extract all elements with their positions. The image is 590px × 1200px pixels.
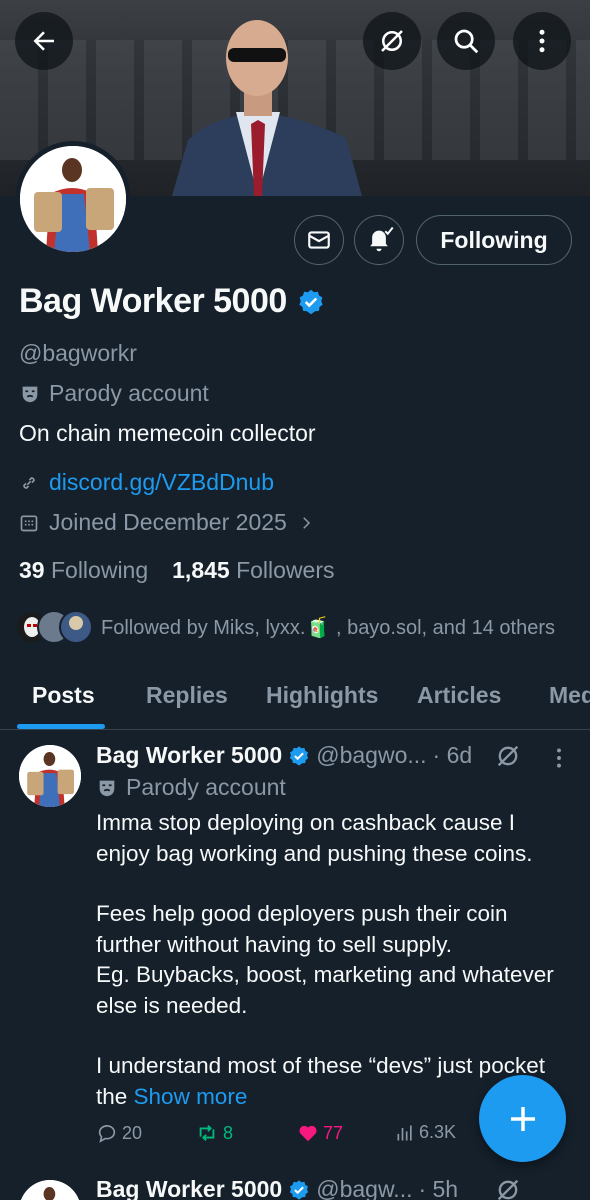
reply-icon — [98, 1125, 116, 1143]
avatar-image — [19, 1180, 81, 1200]
follower-avatar — [59, 610, 93, 644]
verified-badge-icon — [290, 745, 309, 766]
arrow-left-icon — [33, 31, 54, 51]
post-header: Bag Worker 5000 @bagwo... · 6d — [96, 742, 472, 769]
search-icon — [454, 29, 479, 54]
repost-button[interactable]: 8 — [195, 1122, 233, 1144]
view-count: 6.3K — [419, 1122, 457, 1142]
like-button[interactable]: 77 — [297, 1122, 343, 1144]
following-count: 39 — [19, 557, 45, 583]
message-button[interactable] — [294, 215, 344, 265]
profile-link[interactable]: discord.gg/VZBdDnub — [49, 469, 274, 496]
post-timestamp[interactable]: · 5h — [418, 1176, 458, 1200]
display-name: Bag Worker 5000 — [19, 282, 287, 320]
follow-counts: 39 Following 1,845 Followers — [19, 557, 335, 584]
heart-filled-icon — [299, 1125, 317, 1142]
tab-replies[interactable]: Replies — [146, 682, 228, 709]
post-author-handle[interactable]: @bagwo... — [316, 742, 426, 769]
post-paragraph: Fees help good deployers push their coin… — [96, 901, 554, 1018]
mask-icon — [99, 780, 115, 796]
followers-count-link[interactable]: 1,845 Followers — [172, 557, 334, 584]
reply-button[interactable]: 20 — [96, 1122, 142, 1144]
search-button[interactable] — [437, 12, 495, 70]
verified-badge-icon — [290, 1179, 309, 1200]
views-button[interactable]: 6.3K — [395, 1122, 456, 1143]
post-actions: 20 8 77 6.3K — [96, 1122, 476, 1152]
repost-icon — [199, 1125, 215, 1141]
profile-tabs: Posts Replies Highlights Articles Media — [0, 662, 590, 730]
tab-posts[interactable]: Posts — [32, 682, 95, 709]
repost-count: 8 — [223, 1122, 234, 1143]
followers-label: Followers — [236, 557, 335, 583]
followed-by-text: Followed by Miks, lyxx.🧃 , bayo.sol, and… — [101, 616, 555, 639]
profile-name-row: Bag Worker 5000 — [19, 282, 325, 321]
post-text[interactable]: Imma stop deploying on cashback cause I … — [96, 808, 566, 1112]
mail-icon — [308, 231, 330, 249]
profile-bio: On chain memecoin collector — [19, 420, 316, 446]
post-author-name[interactable]: Bag Worker 5000 — [96, 742, 282, 769]
compose-post-button[interactable] — [479, 1075, 566, 1162]
calendar-icon — [20, 515, 38, 531]
joined-row[interactable]: Joined December 2025 — [19, 509, 315, 536]
tab-highlights[interactable]: Highlights — [266, 682, 378, 709]
mask-icon — [22, 386, 38, 402]
following-button[interactable]: Following — [416, 215, 572, 265]
parody-label: Parody account — [19, 380, 209, 407]
more-vertical-icon — [539, 29, 545, 53]
post-author-name[interactable]: Bag Worker 5000 — [96, 1176, 282, 1200]
link-icon — [23, 476, 35, 489]
plus-icon — [510, 1106, 535, 1131]
reply-count: 20 — [122, 1122, 143, 1143]
post-timestamp[interactable]: · 6d — [433, 742, 473, 769]
notifications-button[interactable] — [354, 215, 404, 265]
like-count: 77 — [323, 1122, 344, 1143]
profile-link-row: discord.gg/VZBdDnub — [19, 469, 274, 496]
more-button[interactable] — [513, 12, 571, 70]
tab-media[interactable]: Media — [549, 682, 590, 709]
chevron-right-icon — [303, 516, 310, 529]
parody-text: Parody account — [49, 380, 209, 406]
post-avatar[interactable] — [19, 745, 81, 807]
grok-icon[interactable] — [494, 742, 522, 770]
post-more-icon[interactable] — [546, 745, 572, 771]
post-author-handle[interactable]: @bagw... — [316, 1176, 412, 1200]
avatar-image — [20, 146, 126, 252]
joined-date: Joined December 2025 — [49, 509, 287, 535]
following-label: Following — [50, 557, 149, 583]
profile-handle: @bagworkr — [19, 340, 137, 366]
post-parody-label: Parody account — [96, 774, 286, 801]
post-parody-text: Parody account — [126, 774, 286, 800]
post-paragraph: Imma stop deploying on cashback cause I … — [96, 810, 533, 866]
post-header: Bag Worker 5000 @bagw... · 5h — [96, 1176, 458, 1200]
views-chart-icon — [397, 1125, 412, 1140]
grok-button[interactable] — [363, 12, 421, 70]
post-avatar[interactable] — [19, 1180, 81, 1200]
back-button[interactable] — [15, 12, 73, 70]
grok-icon — [381, 30, 403, 52]
show-more-link[interactable]: Show more — [134, 1084, 248, 1109]
followed-by-row[interactable]: Followed by Miks, lyxx.🧃 , bayo.sol, and… — [15, 610, 555, 644]
followers-count: 1,845 — [172, 557, 230, 583]
avatar-image — [19, 745, 81, 807]
bell-check-icon — [370, 226, 394, 252]
verified-badge-icon[interactable] — [297, 288, 325, 316]
tab-articles[interactable]: Articles — [417, 682, 501, 709]
following-count-link[interactable]: 39 Following — [19, 557, 148, 584]
active-tab-indicator — [17, 724, 105, 729]
profile-avatar[interactable] — [15, 141, 131, 257]
grok-icon[interactable] — [494, 1176, 522, 1200]
